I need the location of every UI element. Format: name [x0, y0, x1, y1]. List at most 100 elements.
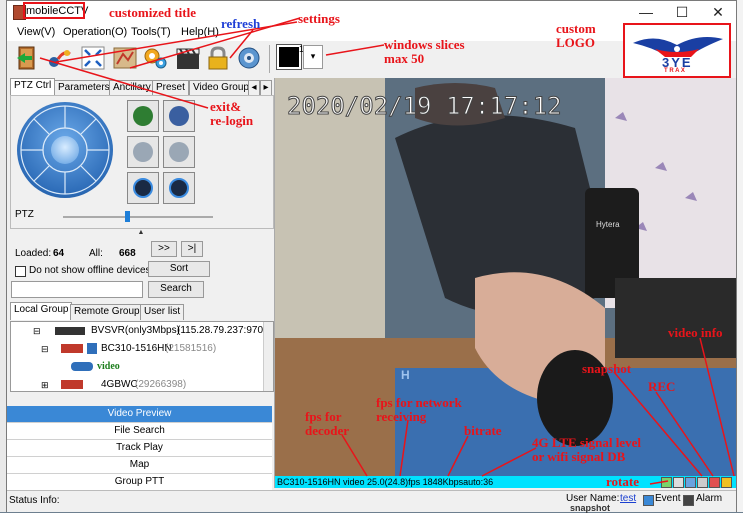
annotation-fps-network: fps for network receiving [376, 395, 462, 424]
tree-item-detail: (115.28.79.237:9701) [177, 325, 272, 336]
annotation-exit: exit& re-login [210, 99, 254, 128]
toolbar-separator [269, 45, 270, 73]
tree-scrollbar[interactable] [263, 322, 273, 391]
menu-help[interactable]: Help(H) [181, 26, 219, 38]
tab-video-group[interactable]: Video Group [189, 80, 253, 96]
title-highlight-box [23, 2, 85, 19]
annotation-logo: custom LOGO [556, 21, 596, 50]
video-timestamp: 2020/02/19 17:17:12 [287, 92, 563, 121]
tab-user-list[interactable]: User list [140, 304, 185, 320]
nav-track-play[interactable]: Track Play [7, 440, 272, 457]
background-window-strip-right [736, 0, 743, 512]
event-label[interactable]: Event [655, 493, 681, 504]
all-value: 668 [119, 248, 136, 259]
fullscreen-icon[interactable] [79, 44, 107, 72]
nav-video-preview[interactable]: Video Preview [7, 406, 272, 423]
annotation-fps-decoder: fps for decoder [305, 409, 350, 438]
tab-ancillary[interactable]: Ancillary [109, 80, 155, 96]
search-button[interactable]: Search [148, 281, 204, 298]
map-icon[interactable] [111, 44, 139, 72]
user-name-value[interactable]: test [620, 493, 636, 504]
focus-near-icon[interactable] [127, 100, 159, 132]
video-status-text: BC310-1516HN video 25.0(24.8)fps 1848Kbp… [277, 477, 494, 487]
video-clip-icon[interactable] [174, 44, 202, 72]
tab-scroll-right-icon[interactable]: ▸ [260, 80, 272, 96]
main-nav: Video Preview File Search Track Play Map… [7, 406, 274, 491]
ptz-center-button[interactable] [51, 136, 79, 164]
rec-status-icon[interactable] [709, 477, 720, 488]
collapse-icon[interactable]: ⊟ [33, 322, 41, 340]
rotate-icon[interactable] [661, 477, 672, 488]
annotation-rec: REC [648, 379, 676, 394]
collapse-icon[interactable]: ⊟ [41, 340, 49, 358]
tab-local-group[interactable]: Local Group [10, 302, 73, 320]
tab-scroll-left-icon[interactable]: ◂ [248, 80, 260, 96]
device-search-input[interactable] [11, 281, 143, 298]
expand-icon[interactable]: ⊞ [41, 376, 49, 391]
lock-icon[interactable] [204, 44, 232, 72]
menu-operation[interactable]: Operation(O) [63, 26, 127, 38]
rec-icon[interactable] [697, 477, 708, 488]
alarm-label[interactable]: Alarm [696, 493, 722, 504]
focus-far-icon[interactable] [163, 100, 195, 132]
loaded-value: 64 [53, 248, 65, 259]
video-channel-icon [71, 362, 93, 371]
ptz-label: PTZ [15, 209, 34, 220]
tree-item-detail: (21581516) [165, 343, 217, 354]
panel-collapse-arrow-icon[interactable]: ▲ [10, 229, 272, 237]
hide-offline-checkbox[interactable] [15, 266, 26, 277]
ptz-direction-dial[interactable] [17, 102, 113, 198]
event-icon [643, 495, 654, 506]
nav-map[interactable]: Map [7, 457, 272, 474]
tree-row[interactable]: ⊟ BVSVR(only3Mbps) (115.28.79.237:9701) [11, 322, 272, 340]
left-tab-bar: PTZ Ctrl Parameters Ancillary Preset Vid… [10, 78, 272, 96]
minimize-button[interactable]: — [628, 1, 664, 23]
logo-subtext: T R A X [664, 68, 685, 74]
tab-remote-group[interactable]: Remote Group [70, 304, 144, 320]
status-bar: Status Info: User Name: test Event Alarm [7, 490, 736, 512]
annotation-bitrate: bitrate [464, 423, 502, 438]
iris-open-icon[interactable] [127, 172, 159, 204]
camera-icon [87, 343, 97, 354]
tab-preset[interactable]: Preset [152, 80, 189, 96]
tree-row[interactable]: video [11, 358, 263, 376]
settings-icon[interactable] [141, 44, 169, 72]
exit-icon[interactable] [13, 44, 41, 72]
status-info-label: Status Info: [9, 495, 60, 506]
annotation-slices: windows slices max 50 [384, 37, 465, 66]
camera-brand-text: Hytera [596, 220, 620, 229]
zoom-in-icon[interactable] [127, 136, 159, 168]
video-status-bar: BC310-1516HN video 25.0(24.8)fps 1848Kbp… [275, 476, 736, 488]
menu-view[interactable]: View(V) [17, 26, 55, 38]
window-slice-color-swatch[interactable] [276, 44, 302, 70]
tab-ptz-ctrl[interactable]: PTZ Ctrl [10, 78, 56, 96]
tree-row[interactable]: ⊟ BC310-1516HN (21581516) [11, 340, 263, 358]
ptz-speed-slider-track[interactable] [63, 216, 213, 218]
sort-button[interactable]: Sort [148, 261, 210, 277]
custom-logo: 3YE T R A X [623, 23, 731, 78]
tree-row[interactable]: ⊞ 4GBWC (29266398) [11, 376, 263, 391]
tab-parameters[interactable]: Parameters [54, 80, 114, 96]
zoom-out-icon[interactable] [163, 136, 195, 168]
tree-item-name: BC310-1516HN [101, 343, 172, 354]
connect-icon[interactable] [45, 44, 73, 72]
last-page-button[interactable]: >| [181, 241, 203, 257]
iris-close-icon[interactable] [163, 172, 195, 204]
device-tree: ⊟ BVSVR(only3Mbps) (115.28.79.237:9701) … [10, 321, 274, 392]
video-info-icon[interactable] [721, 477, 732, 488]
refresh-icon[interactable] [235, 44, 263, 72]
annotation-snapshot: snapshot [582, 361, 632, 376]
snapshot-icon[interactable] [685, 477, 696, 488]
slice-dropdown-chevron-icon[interactable]: ▾ [303, 45, 323, 69]
annotation-title: customized title [109, 5, 197, 20]
ptz-speed-slider-thumb[interactable] [125, 211, 130, 222]
tree-item-name: 4GBWC [101, 379, 138, 390]
menu-tools[interactable]: Tools(T) [131, 26, 171, 38]
maximize-button[interactable]: ☐ [664, 1, 700, 23]
mousepad-text: H [401, 368, 410, 382]
next-page-button[interactable]: >> [151, 241, 177, 257]
left-panel: PTZ Ctrl Parameters Ancillary Preset Vid… [7, 78, 275, 491]
nav-file-search[interactable]: File Search [7, 423, 272, 440]
nav-group-ptt[interactable]: Group PTT [7, 474, 272, 491]
close-button[interactable]: ✕ [700, 1, 736, 23]
